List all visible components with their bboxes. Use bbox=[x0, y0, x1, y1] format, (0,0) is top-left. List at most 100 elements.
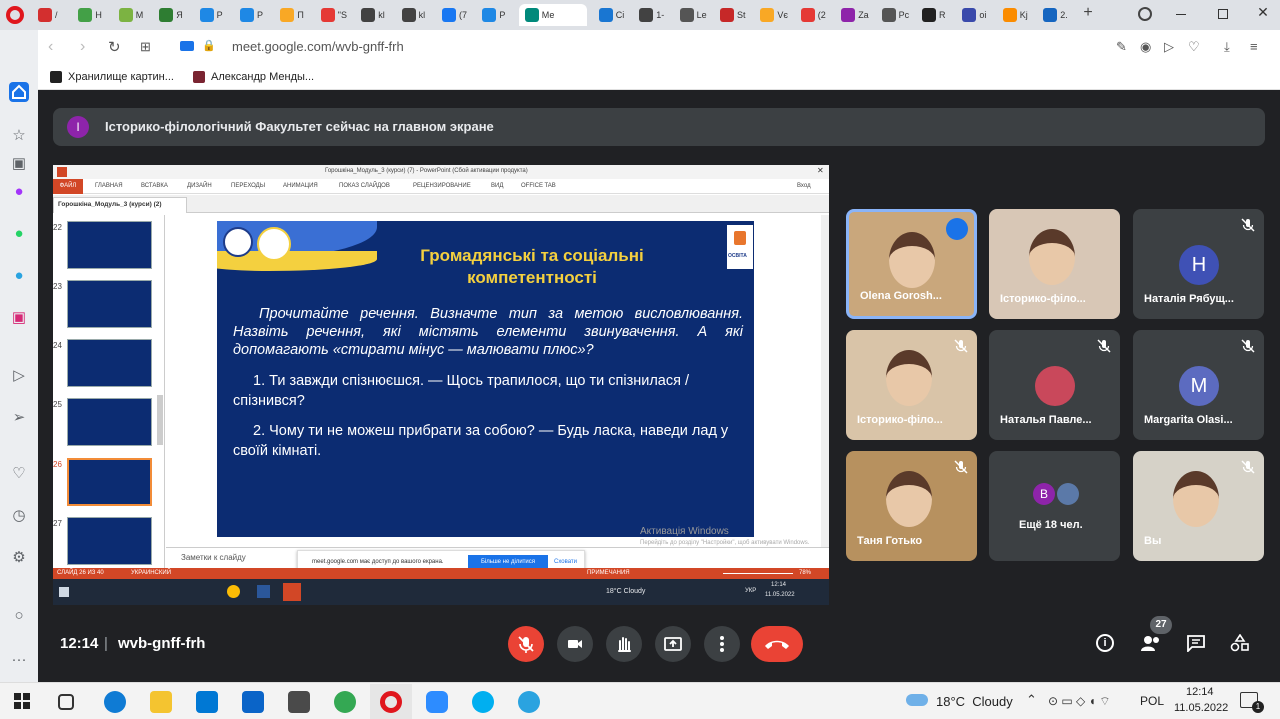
clock-date[interactable]: 11.05.2022 bbox=[1174, 702, 1228, 714]
instagram-icon[interactable]: ▣ bbox=[9, 308, 29, 328]
skype-icon[interactable] bbox=[472, 691, 494, 713]
ppt-tab-review[interactable]: РЕЦЕНЗИРОВАНИЕ bbox=[413, 183, 471, 189]
ppt-tab-officetab[interactable]: OFFICE TAB bbox=[521, 183, 556, 189]
minimize-button[interactable] bbox=[1176, 14, 1186, 15]
favorite-icon[interactable]: ♡ bbox=[1188, 39, 1200, 55]
browser-tab[interactable]: Сі bbox=[598, 4, 637, 26]
calculator-icon[interactable] bbox=[288, 691, 310, 713]
stop-sharing-button[interactable]: Більше не ділитися bbox=[468, 555, 548, 569]
slide-thumb-23[interactable] bbox=[67, 280, 152, 328]
participant-tile[interactable]: Н Наталія Рябущ... bbox=[1133, 209, 1264, 319]
browser-tab[interactable]: оі bbox=[962, 4, 1000, 26]
leave-call-button[interactable] bbox=[751, 626, 803, 662]
participant-tile[interactable]: Вы bbox=[1133, 451, 1264, 561]
more-icon[interactable]: ··· bbox=[9, 650, 29, 670]
opera-taskbar-active[interactable] bbox=[370, 684, 412, 719]
browser-tab[interactable]: Р bbox=[482, 4, 520, 26]
browser-tab[interactable]: "S bbox=[320, 4, 359, 26]
settings-icon[interactable]: ⚙ bbox=[9, 548, 29, 568]
bookmark-hranilishche[interactable]: Хранилище картин... bbox=[68, 71, 174, 83]
new-tab-button[interactable]: + bbox=[1080, 5, 1096, 21]
messenger-icon[interactable]: ● bbox=[9, 182, 29, 202]
heart-icon[interactable]: ♡ bbox=[9, 464, 29, 484]
browser-tab[interactable]: / bbox=[38, 4, 76, 26]
browser-tab[interactable]: Zа bbox=[841, 4, 879, 26]
ppt-tab-slideshow[interactable]: ПОКАЗ СЛАЙДОВ bbox=[339, 183, 390, 189]
ppt-login[interactable]: Вход bbox=[797, 183, 811, 189]
browser-tab[interactable]: П bbox=[280, 4, 318, 26]
reload-icon[interactable]: ↻ bbox=[108, 38, 121, 56]
tray-chevron-icon[interactable]: ⌃ bbox=[1026, 692, 1037, 708]
browser-tab[interactable]: Kj bbox=[1002, 4, 1041, 26]
browser-tab[interactable]: Я bbox=[159, 4, 197, 26]
thumb-scrollbar[interactable] bbox=[157, 395, 163, 445]
browser-tab[interactable]: 2. bbox=[1043, 4, 1081, 26]
file-explorer-icon[interactable] bbox=[150, 691, 172, 713]
hide-notice-button[interactable]: Сховати bbox=[554, 559, 577, 565]
bookmark-mendy[interactable]: Александр Менды... bbox=[211, 71, 314, 83]
ppt-tab-design[interactable]: ДИЗАЙН bbox=[187, 183, 212, 189]
ppt-file-tab[interactable]: ФАЙЛ bbox=[53, 179, 83, 194]
mail-icon[interactable] bbox=[242, 691, 264, 713]
slide-thumb-26-selected[interactable] bbox=[67, 458, 152, 506]
browser-tab[interactable]: St bbox=[720, 4, 758, 26]
ppt-tab-insert[interactable]: ВСТАВКА bbox=[141, 183, 168, 189]
browser-tab[interactable]: Vє bbox=[760, 4, 798, 26]
browser-tab[interactable]: Н bbox=[78, 4, 116, 26]
clock-time[interactable]: 12:14 bbox=[1186, 686, 1214, 698]
camera-toggle-button[interactable] bbox=[557, 626, 593, 662]
input-language[interactable]: POL bbox=[1140, 694, 1164, 708]
browser-tab[interactable]: kl bbox=[361, 4, 399, 26]
ppt-tab-view[interactable]: ВИД bbox=[491, 183, 503, 189]
slide-thumb-27[interactable] bbox=[67, 517, 152, 565]
zoom-icon[interactable] bbox=[426, 691, 448, 713]
browser-tab[interactable]: 1- bbox=[639, 4, 677, 26]
activities-icon[interactable] bbox=[1230, 633, 1250, 652]
flow-icon[interactable]: ▷ bbox=[1164, 39, 1174, 55]
download-icon[interactable]: ⤓ bbox=[1224, 39, 1230, 55]
whatsapp-icon[interactable]: ● bbox=[9, 224, 29, 244]
start-icon[interactable] bbox=[14, 693, 30, 709]
ppt-doc-tab[interactable]: Горошкіна_Модуль_3 (курси) (2) bbox=[53, 197, 187, 213]
browser-tab[interactable]: Рс bbox=[881, 4, 920, 26]
forward-icon[interactable]: › bbox=[80, 38, 85, 56]
speed-dial-icon[interactable]: ▣ bbox=[9, 154, 29, 174]
telegram-taskbar-icon[interactable] bbox=[518, 691, 540, 713]
tray-icons[interactable]: ⊙ ▭ ◇ ◖ ⌔ bbox=[1048, 694, 1111, 709]
opera-logo[interactable] bbox=[6, 6, 24, 24]
chat-icon[interactable] bbox=[1186, 634, 1206, 654]
lightbulb-icon[interactable]: ○ bbox=[9, 606, 29, 626]
telegram-icon[interactable]: ● bbox=[9, 266, 29, 286]
slide-thumb-22[interactable] bbox=[67, 221, 152, 269]
people-icon[interactable] bbox=[1140, 634, 1162, 652]
edge-icon[interactable] bbox=[104, 691, 126, 713]
ppt-tab-animation[interactable]: АНИМАЦИЯ bbox=[283, 183, 318, 189]
weather-text[interactable]: 18°C Cloudy bbox=[936, 694, 1013, 709]
participant-tile[interactable]: М Margarita Olasi... bbox=[1133, 330, 1264, 440]
status-notes[interactable]: ПРИМЕЧАНИЯ bbox=[587, 570, 630, 576]
ppt-tab-home[interactable]: ГЛАВНАЯ bbox=[95, 183, 123, 189]
more-options-button[interactable] bbox=[704, 626, 740, 662]
browser-tab[interactable]: Ме bbox=[518, 4, 587, 26]
maximize-button[interactable] bbox=[1218, 9, 1228, 19]
participant-tile[interactable]: Olena Gorosh... bbox=[846, 209, 977, 319]
participant-tile[interactable]: Історико-філо... bbox=[846, 330, 977, 440]
browser-tab[interactable]: Lе bbox=[679, 4, 718, 26]
current-slide[interactable]: ОСВІТА Громадянські та соціальні компете… bbox=[217, 221, 754, 537]
info-icon[interactable]: i bbox=[1096, 634, 1114, 652]
participant-tile[interactable]: Таня Готько bbox=[846, 451, 977, 561]
snapshot-icon[interactable]: ◉ bbox=[1140, 39, 1151, 55]
task-view-icon[interactable] bbox=[58, 694, 74, 710]
participant-tile[interactable]: Наталья Павле... bbox=[989, 330, 1120, 440]
browser-tab[interactable]: kl bbox=[401, 4, 440, 26]
browser-tab[interactable]: Р bbox=[199, 4, 238, 26]
browser-tab[interactable]: М bbox=[118, 4, 157, 26]
send-icon[interactable]: ➢ bbox=[9, 408, 29, 428]
zoom-slider[interactable] bbox=[723, 573, 793, 574]
mic-toggle-button[interactable] bbox=[508, 626, 544, 662]
player-icon[interactable]: ▷ bbox=[9, 366, 29, 386]
zoom-level[interactable]: 78% bbox=[799, 570, 811, 576]
participant-tile[interactable]: В Ещё 18 чел. bbox=[989, 451, 1120, 561]
store-icon[interactable] bbox=[196, 691, 218, 713]
edit-icon[interactable]: ✎ bbox=[1116, 39, 1127, 55]
